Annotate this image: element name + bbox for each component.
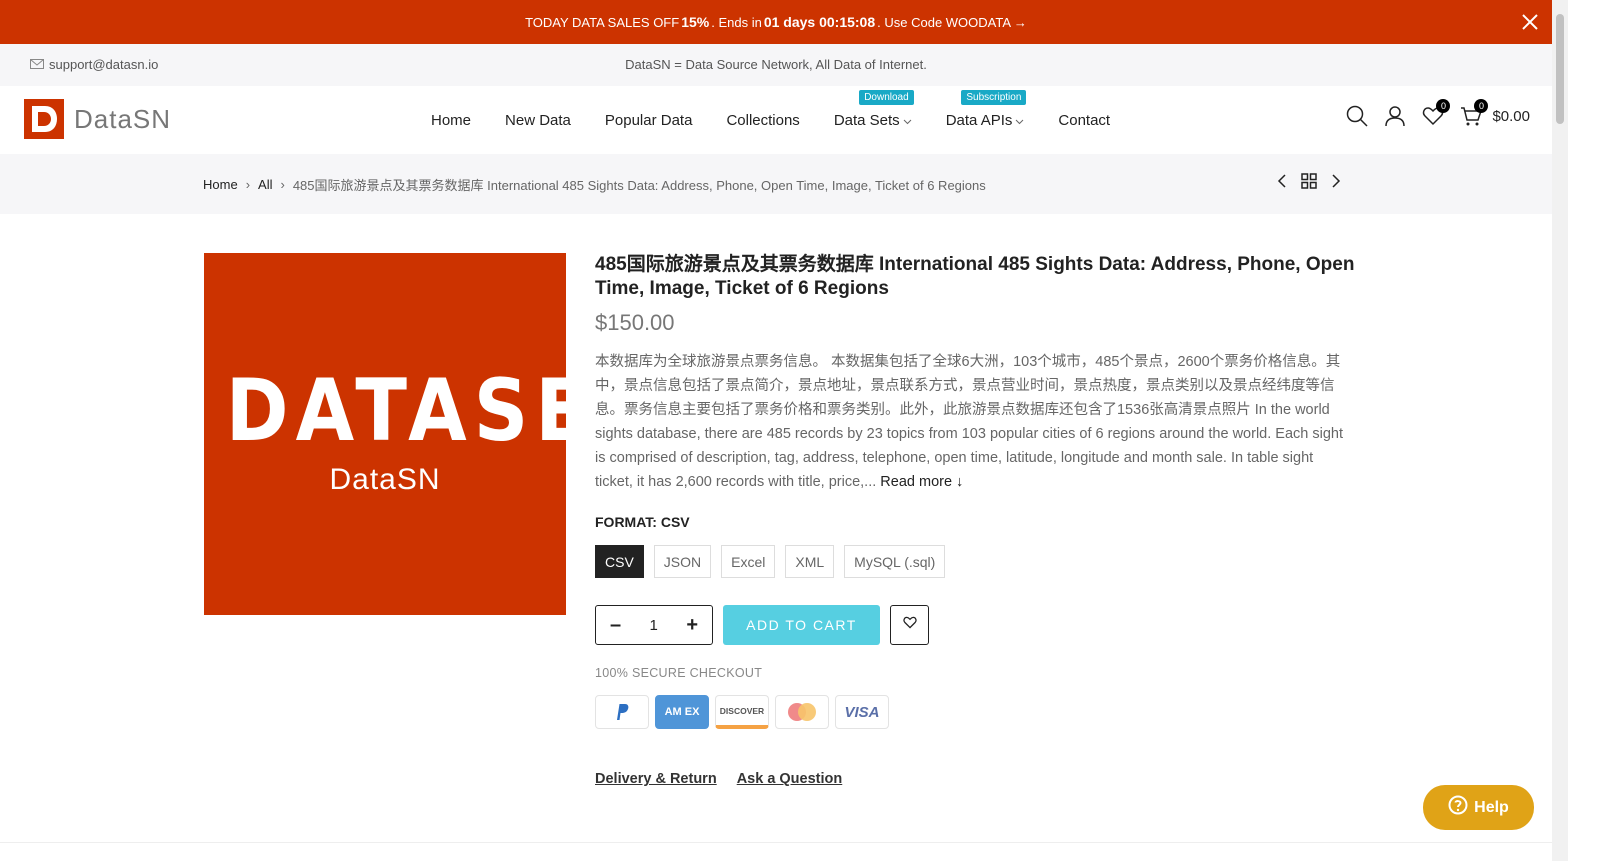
format-option-json[interactable]: JSON	[653, 545, 712, 578]
nav-collections[interactable]: Collections	[726, 112, 799, 129]
format-label: FORMAT: CSV	[595, 514, 690, 530]
mastercard-icon	[775, 695, 829, 729]
nav-label: New Data	[505, 111, 571, 129]
read-more-link[interactable]: Read more ↓	[880, 474, 963, 490]
delivery-return-link[interactable]: Delivery & Return	[595, 771, 717, 787]
quantity-value[interactable]: 1	[650, 617, 658, 634]
secure-checkout-label: 100% SECURE CHECKOUT	[595, 666, 763, 680]
main-nav: Home New Data Popular Data Collections D…	[431, 86, 1110, 154]
nav-popular-data[interactable]: Popular Data	[605, 112, 693, 129]
wishlist-icon[interactable]: 0	[1422, 99, 1451, 128]
divider	[0, 842, 1552, 843]
help-button[interactable]: Help	[1423, 785, 1534, 830]
cart-total[interactable]: $0.00	[1492, 108, 1530, 125]
product-image-title: DATASET	[225, 361, 653, 461]
breadcrumb-all[interactable]: All	[258, 177, 272, 192]
discover-icon: DISCOVER	[715, 695, 769, 729]
product-price: $150.00	[595, 310, 675, 335]
promo-code-link[interactable]: . Use Code WOODATA →	[877, 15, 1027, 30]
product-pager	[1275, 173, 1343, 194]
format-options: CSV JSON Excel XML MySQL (.sql)	[595, 545, 1355, 578]
help-icon	[1448, 795, 1468, 820]
top-info-bar: support@datasn.io DataSN = Data Source N…	[0, 44, 1552, 86]
page-scrollbar[interactable]	[1552, 0, 1568, 861]
paypal-icon	[595, 695, 649, 729]
product-info: 485国际旅游景点及其票务数据库 International 485 Sight…	[595, 253, 1355, 787]
nav-label: Popular Data	[604, 111, 693, 129]
nav-badge-download: Download	[859, 89, 914, 105]
chevron-down-icon	[903, 112, 912, 129]
heart-icon	[902, 616, 917, 634]
nav-label: Contact	[1058, 111, 1111, 129]
format-option-excel[interactable]: Excel	[721, 545, 776, 578]
promo-discount: 15%	[681, 14, 710, 30]
nav-label: Data Sets	[833, 111, 900, 129]
close-icon[interactable]	[1518, 10, 1542, 34]
product-description-text: 本数据库为全球旅游景点票务信息。 本数据集包括了全球6大洲，103个城市，485…	[595, 354, 1343, 490]
site-logo[interactable]: DataSN	[24, 99, 171, 139]
breadcrumb-bar: Home › All › 485国际旅游景点及其票务数据库 Internatio…	[0, 154, 1552, 214]
product-title: 485国际旅游景点及其票务数据库 International 485 Sight…	[595, 254, 1355, 299]
nav-data-apis[interactable]: Subscription Data APIs	[945, 89, 1027, 129]
chevron-right-icon: ›	[245, 177, 251, 192]
main-header: DataSN Home New Data Popular Data Collec…	[0, 86, 1552, 154]
format-option-csv[interactable]: CSV	[595, 545, 644, 578]
account-icon[interactable]	[1384, 104, 1406, 128]
nav-home[interactable]: Home	[431, 112, 471, 129]
add-to-wishlist-button[interactable]	[890, 605, 929, 645]
breadcrumb: Home › All › 485国际旅游景点及其票务数据库 Internatio…	[203, 175, 986, 194]
nav-label: Home	[431, 111, 472, 129]
nav-label: Collections	[726, 111, 800, 129]
breadcrumb-home[interactable]: Home	[203, 177, 238, 192]
search-icon[interactable]	[1346, 104, 1368, 128]
breadcrumb-current: 485国际旅游景点及其票务数据库 International 485 Sight…	[292, 178, 986, 193]
plus-icon[interactable]: +	[686, 614, 698, 637]
scrollbar-thumb[interactable]	[1556, 14, 1564, 124]
logo-text: DataSN	[74, 103, 172, 134]
grid-icon[interactable]	[1301, 173, 1317, 194]
product-image-brand: DataSN	[329, 463, 441, 496]
nav-contact[interactable]: Contact	[1058, 112, 1110, 129]
site-tagline: DataSN = Data Source Network, All Data o…	[625, 57, 927, 72]
add-to-cart-button[interactable]: ADD TO CART	[723, 605, 880, 645]
logo-mark-icon	[24, 99, 64, 139]
ask-question-link[interactable]: Ask a Question	[737, 771, 843, 787]
minus-icon[interactable]: –	[610, 614, 621, 637]
promo-banner: TODAY DATA SALES OFF 15% . Ends in 01 da…	[0, 0, 1552, 44]
chevron-down-icon	[1015, 112, 1024, 129]
wishlist-count: 0	[1436, 99, 1451, 113]
product-links: Delivery & Return Ask a Question	[595, 771, 1355, 787]
header-actions: 0 0 $0.00	[1346, 99, 1530, 128]
visa-icon: VISA	[835, 695, 889, 729]
payment-methods: AM EX DISCOVER VISA	[595, 695, 1355, 729]
nav-badge-subscription: Subscription	[961, 89, 1027, 105]
next-product-icon[interactable]	[1329, 173, 1343, 194]
nav-new-data[interactable]: New Data	[505, 112, 571, 129]
cart-count: 0	[1474, 99, 1489, 113]
product-image[interactable]: DATASET DataSN	[204, 253, 653, 615]
purchase-row: – 1 + ADD TO CART	[595, 605, 1355, 645]
help-label: Help	[1474, 798, 1509, 816]
promo-countdown: 01 days 00:15:08	[763, 14, 876, 30]
product-page: TODAY DATA SALES OFF 15% . Ends in 01 da…	[0, 0, 1600, 861]
cart-icon[interactable]: 0	[1460, 99, 1489, 128]
previous-product-icon[interactable]	[1275, 173, 1289, 194]
promo-text: TODAY DATA SALES OFF	[525, 14, 680, 30]
quantity-stepper: – 1 +	[595, 605, 713, 645]
nav-data-sets[interactable]: Download Data Sets	[833, 89, 914, 129]
nav-label: Data APIs	[945, 111, 1013, 129]
format-option-mysql[interactable]: MySQL (.sql)	[844, 545, 946, 578]
amex-icon: AM EX	[655, 695, 709, 729]
chevron-right-icon: ›	[280, 177, 285, 192]
promo-ends-label: . Ends in	[711, 14, 762, 30]
format-option-xml[interactable]: XML	[785, 545, 835, 578]
product-description: 本数据库为全球旅游景点票务信息。 本数据集包括了全球6大洲，103个城市，485…	[595, 350, 1355, 494]
